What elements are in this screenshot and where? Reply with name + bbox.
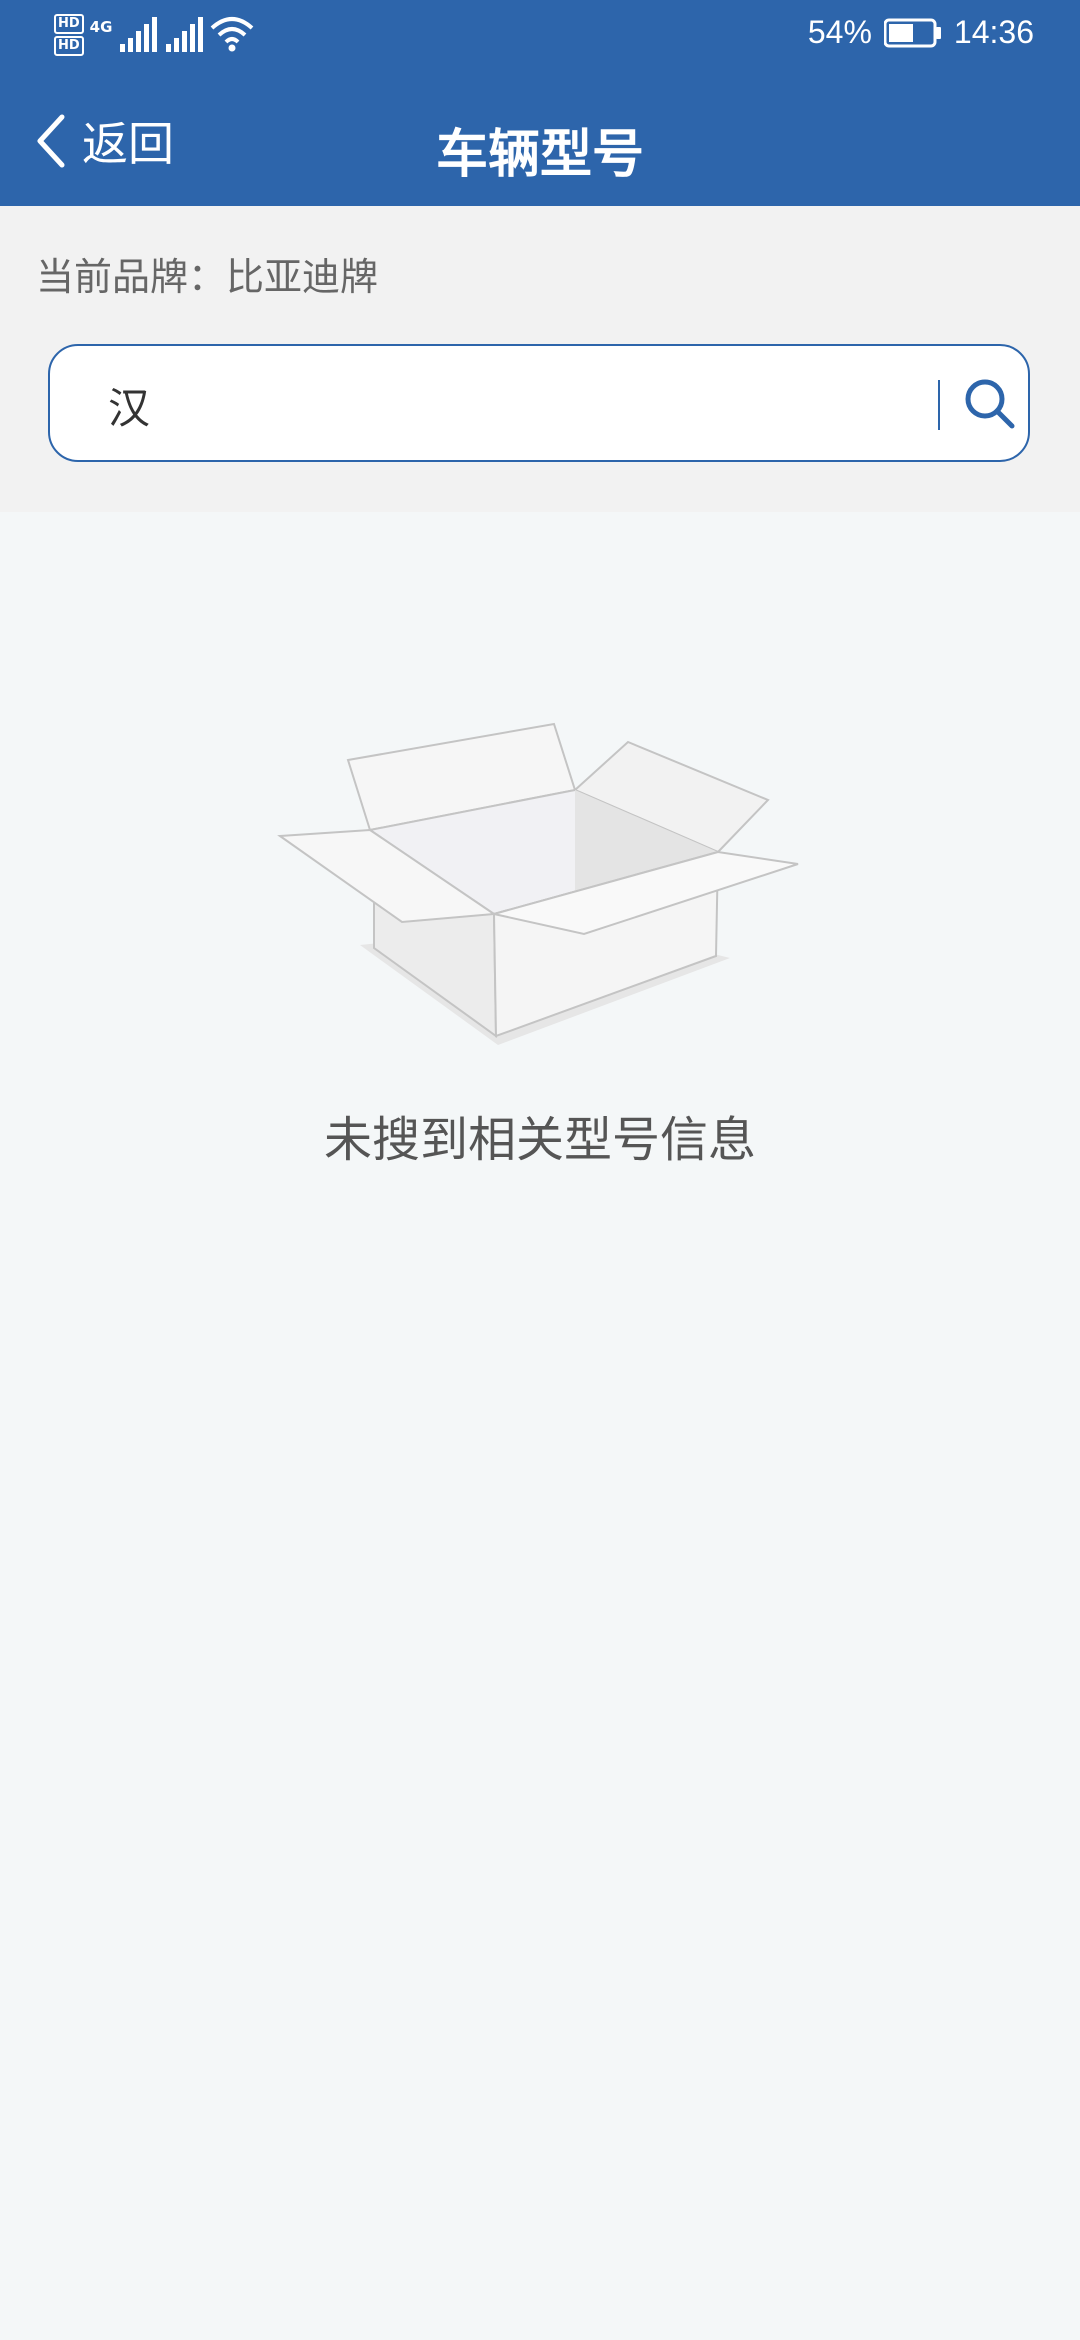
wifi-icon <box>211 17 254 52</box>
search-box <box>48 344 1030 462</box>
battery-icon <box>883 18 941 47</box>
empty-message: 未搜到相关型号信息 <box>323 1112 756 1168</box>
app-header: HD HD 4G 54% 14:36 返回 车辆型号 <box>0 0 1080 206</box>
search-input[interactable] <box>106 366 930 444</box>
chevron-left-icon <box>37 114 65 168</box>
hd-badges: HD HD <box>54 14 84 56</box>
network-type: 4G <box>89 18 113 36</box>
current-brand-label: 当前品牌：比亚迪牌 <box>36 255 379 299</box>
status-right: 54% 14:36 <box>808 14 1034 51</box>
back-button[interactable]: 返回 <box>34 106 174 176</box>
search-divider <box>938 380 940 430</box>
cellular-signal-icon <box>120 17 158 52</box>
back-label: 返回 <box>82 117 174 171</box>
hd-badge: HD <box>54 36 84 56</box>
hd-badge: HD <box>54 14 84 34</box>
navigation-bar: 返回 车辆型号 <box>0 76 1080 206</box>
cellular-signal-icon <box>166 17 204 52</box>
search-icon <box>965 379 1015 429</box>
status-bar: HD HD 4G 54% 14:36 <box>0 0 1080 76</box>
clock: 14:36 <box>953 14 1034 50</box>
status-indicators: HD HD 4G <box>54 14 254 56</box>
filter-panel: 当前品牌：比亚迪牌 <box>0 206 1080 512</box>
battery-percent: 54% <box>807 14 872 50</box>
search-button[interactable] <box>960 374 1020 434</box>
empty-box-icon <box>277 722 799 1045</box>
